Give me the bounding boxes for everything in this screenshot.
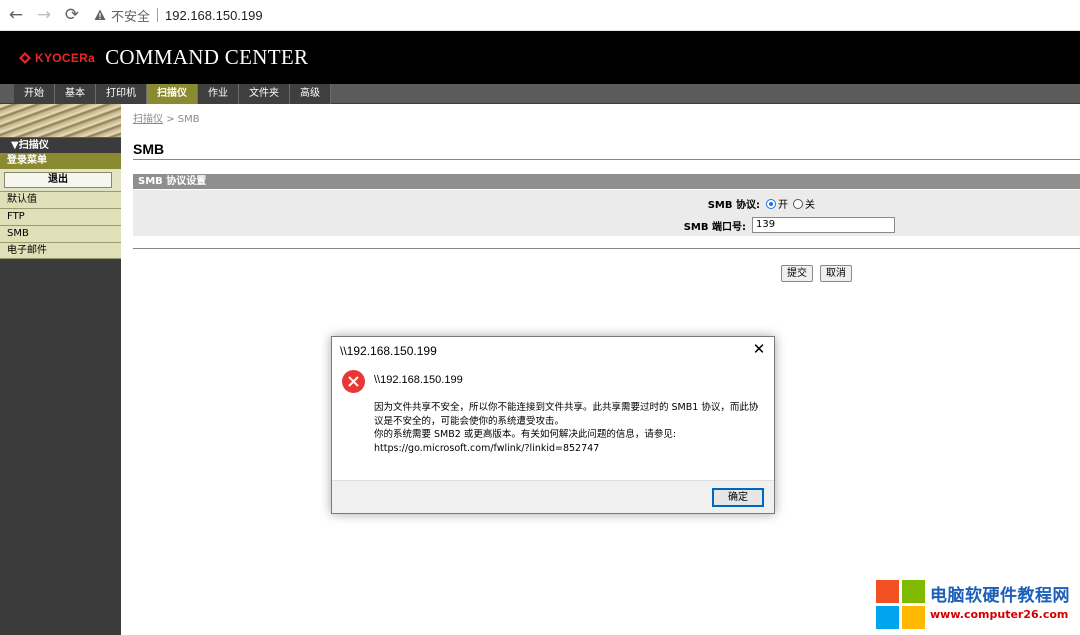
radio-on-label: 开 bbox=[778, 200, 788, 211]
back-arrow-icon[interactable]: ← bbox=[4, 3, 28, 27]
radio-off[interactable] bbox=[793, 198, 803, 209]
port-input[interactable]: 139 bbox=[752, 217, 895, 233]
insecure-label: 不安全 bbox=[111, 8, 151, 24]
kyocera-logo-icon bbox=[19, 51, 31, 64]
watermark-url: www.computer26.com bbox=[930, 608, 1069, 621]
sidebar-item-defaults[interactable]: 默认值 bbox=[0, 191, 121, 208]
dialog-message-line: 议是不安全的，可能会使你的系统遭受攻击。 bbox=[374, 415, 565, 427]
windows-logo-icon bbox=[876, 580, 925, 629]
form-divider bbox=[133, 248, 1080, 249]
address-bar[interactable]: 不安全 192.168.150.199 bbox=[94, 3, 263, 27]
tab-bar: 开始 基本 打印机 扫描仪 作业 文件夹 高级 bbox=[0, 84, 1080, 104]
sidebar-item-smb[interactable]: SMB bbox=[0, 225, 121, 242]
sidebar-item-email[interactable]: 电子邮件 bbox=[0, 242, 121, 259]
radio-off-label: 关 bbox=[805, 200, 815, 211]
logo-text: KYOCERa bbox=[35, 50, 96, 65]
radio-on[interactable] bbox=[766, 198, 776, 209]
logout-button[interactable]: 退出 bbox=[4, 172, 112, 188]
error-icon bbox=[342, 370, 365, 393]
tab-start[interactable]: 开始 bbox=[14, 84, 55, 104]
app-title: COMMAND CENTER bbox=[105, 45, 309, 69]
sidebar-login-menu: 登录菜单 bbox=[0, 153, 121, 169]
tab-advanced[interactable]: 高级 bbox=[290, 84, 331, 104]
port-row: SMB 端口号: 139 bbox=[684, 217, 895, 233]
error-dialog: \\192.168.150.199 ✕ \\192.168.150.199 因为… bbox=[331, 336, 775, 514]
dialog-message-line: 因为文件共享不安全，所以你不能连接到文件共享。此共享需要过时的 SMB1 协议，… bbox=[374, 402, 759, 413]
logout-container: 退出 bbox=[0, 169, 121, 191]
sand-banner bbox=[0, 104, 121, 137]
app-header: KYOCERa COMMAND CENTER bbox=[0, 31, 1080, 84]
breadcrumb-separator: > bbox=[166, 114, 175, 125]
browser-toolbar: ← → ⟳ 不安全 192.168.150.199 bbox=[0, 0, 1080, 31]
breadcrumb: 扫描仪 > SMB bbox=[133, 110, 200, 125]
address-separator bbox=[157, 8, 159, 22]
dialog-message-line: 你的系统需要 SMB2 或更高版本。有关如何解决此问题的信息，请参见: bbox=[374, 429, 677, 440]
port-label: SMB 端口号: bbox=[683, 221, 746, 233]
sidebar-item-ftp[interactable]: FTP bbox=[0, 208, 121, 225]
forward-arrow-icon[interactable]: → bbox=[32, 3, 56, 27]
settings-form: SMB 协议: 开 关 SMB 端口号: 139 bbox=[133, 190, 1080, 236]
dialog-footer: 确定 bbox=[332, 480, 774, 513]
submit-button[interactable]: 提交 bbox=[781, 265, 813, 282]
tab-folder[interactable]: 文件夹 bbox=[239, 84, 290, 104]
title-divider bbox=[133, 159, 1080, 160]
dialog-message: 因为文件共享不安全，所以你不能连接到文件共享。此共享需要过时的 SMB1 协议，… bbox=[374, 401, 769, 455]
url-text[interactable]: 192.168.150.199 bbox=[165, 8, 263, 23]
tab-basic[interactable]: 基本 bbox=[55, 84, 96, 104]
ok-button[interactable]: 确定 bbox=[712, 488, 764, 507]
tab-printer[interactable]: 打印机 bbox=[96, 84, 147, 104]
breadcrumb-current: SMB bbox=[177, 114, 200, 125]
cancel-button[interactable]: 取消 bbox=[820, 265, 852, 282]
section-header: SMB 协议设置 bbox=[133, 174, 1080, 189]
reload-icon[interactable]: ⟳ bbox=[60, 3, 84, 27]
protocol-row: SMB 协议: 开 关 bbox=[708, 196, 820, 211]
protocol-label: SMB 协议: bbox=[707, 200, 760, 211]
page-title: SMB bbox=[133, 141, 165, 157]
warning-icon bbox=[94, 9, 106, 20]
dialog-path: \\192.168.150.199 bbox=[374, 374, 463, 386]
watermark-title: 电脑软硬件教程网 bbox=[930, 586, 1070, 606]
breadcrumb-link-scanner[interactable]: 扫描仪 bbox=[133, 114, 163, 125]
tab-job[interactable]: 作业 bbox=[198, 84, 239, 104]
tab-scanner[interactable]: 扫描仪 bbox=[147, 84, 198, 104]
dialog-link: https://go.microsoft.com/fwlink/?linkid=… bbox=[374, 442, 600, 454]
sidebar-section-scanner[interactable]: ▼扫描仪 bbox=[0, 137, 121, 153]
dialog-title: \\192.168.150.199 bbox=[340, 344, 437, 358]
close-icon[interactable]: ✕ bbox=[750, 340, 768, 358]
sidebar: ▼扫描仪 登录菜单 退出 默认值 FTP SMB 电子邮件 bbox=[0, 104, 121, 635]
